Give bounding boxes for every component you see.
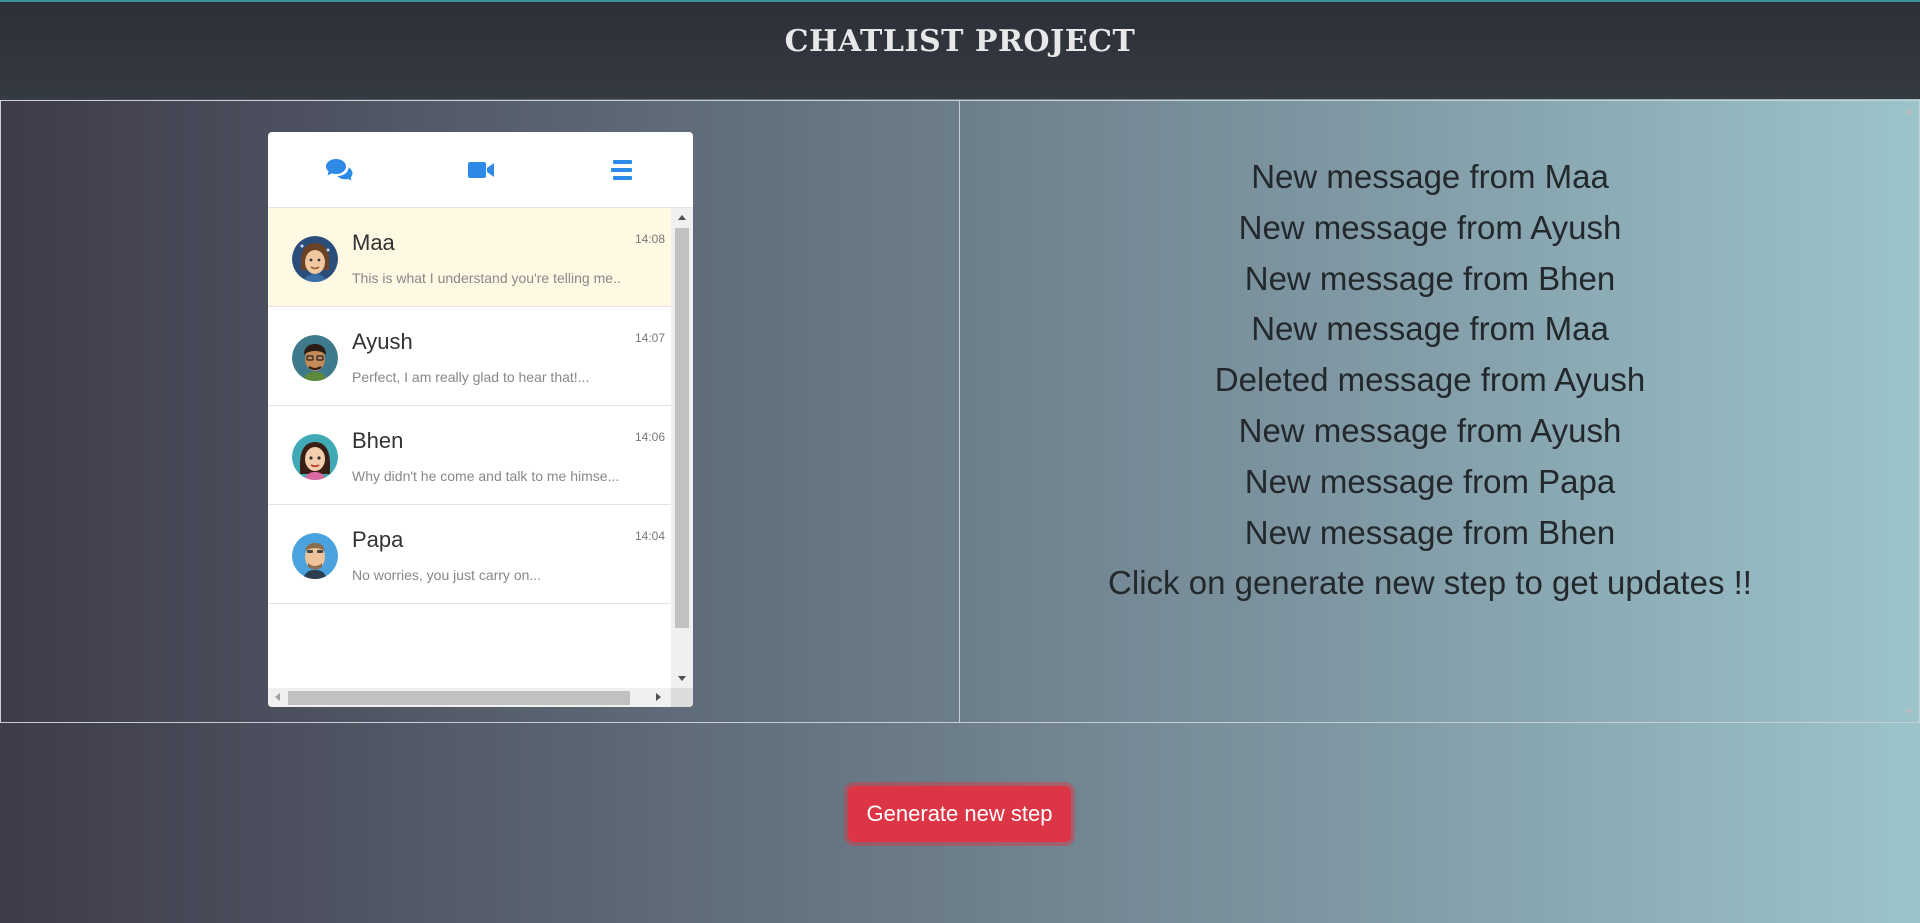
avatar-ayush-icon <box>292 335 338 381</box>
notification-line: New message from Bhen <box>1244 259 1616 297</box>
tab-bar <box>268 132 693 208</box>
chat-time: 14:04 <box>634 529 665 543</box>
generate-new-step-button[interactable]: Generate new step <box>848 786 1071 842</box>
notification-scrollbar[interactable] <box>1899 101 1919 722</box>
chat-item-bhen[interactable]: Bhen Why didn't he come and talk to me h… <box>268 406 671 505</box>
chat-time: 14:07 <box>634 331 665 345</box>
tab-video[interactable] <box>410 132 552 207</box>
avatar-bhen-icon <box>292 434 338 480</box>
avatar <box>292 434 338 480</box>
scroll-up-icon[interactable] <box>1905 108 1913 114</box>
chat-widget: Maa This is what I understand you're tel… <box>268 132 693 707</box>
chat-time: 14:08 <box>634 232 665 246</box>
notification-line: Click on generate new step to get update… <box>1108 564 1752 602</box>
scroll-down-icon[interactable] <box>678 676 686 681</box>
chat-item-ayush[interactable]: Ayush Perfect, I am really glad to hear … <box>268 307 671 406</box>
chat-preview: This is what I understand you're telling… <box>352 270 621 286</box>
chat-name: Bhen <box>352 428 404 453</box>
chat-name: Maa <box>352 230 395 255</box>
page-title: CHATLIST PROJECT <box>784 24 1136 59</box>
avatar-papa-icon <box>292 533 338 579</box>
scroll-thumb[interactable] <box>288 691 630 705</box>
notification-line: New message from Bhen <box>1244 513 1616 551</box>
avatar <box>292 236 338 282</box>
scroll-down-icon[interactable] <box>1905 709 1913 715</box>
chat-name: Papa <box>352 527 404 552</box>
menu-lines-icon <box>611 159 633 180</box>
notification-line: New message from Ayush <box>1238 208 1622 246</box>
chat-item-papa[interactable]: Papa No worries, you just carry on... 14… <box>268 505 671 604</box>
header-bar: CHATLIST PROJECT <box>0 0 1920 99</box>
scroll-thumb[interactable] <box>675 228 689 628</box>
avatar <box>292 533 338 579</box>
scroll-up-icon[interactable] <box>678 215 686 220</box>
tab-menu[interactable] <box>551 132 693 207</box>
chat-time: 14:06 <box>634 430 665 444</box>
chat-item-maa[interactable]: Maa This is what I understand you're tel… <box>268 208 671 307</box>
notification-list: New message from Maa New message from Ay… <box>960 152 1900 609</box>
chat-preview: No worries, you just carry on... <box>352 567 542 583</box>
notification-line: New message from Maa <box>1251 158 1609 195</box>
chat-preview: Why didn't he come and talk to me himse.… <box>352 468 620 484</box>
notification-line: New message from Papa <box>1244 462 1616 500</box>
scroll-left-icon[interactable] <box>275 693 280 701</box>
chat-preview: Perfect, I am really glad to hear that!.… <box>352 369 590 385</box>
avatar-maa-icon <box>292 236 338 282</box>
chat-bubbles-icon <box>325 158 353 181</box>
chat-name: Ayush <box>352 329 413 354</box>
tab-chats[interactable] <box>268 132 410 207</box>
chat-list-horizontal-scrollbar[interactable] <box>268 688 693 707</box>
chat-list-vertical-scrollbar[interactable] <box>671 208 693 688</box>
notification-line: Deleted message from Ayush <box>1214 361 1646 399</box>
chat-list: Maa This is what I understand you're tel… <box>268 208 671 688</box>
video-camera-icon <box>467 161 494 178</box>
scroll-right-icon[interactable] <box>656 693 661 701</box>
notification-line: New message from Maa <box>1251 310 1609 348</box>
avatar <box>292 335 338 381</box>
scroll-corner <box>671 688 693 707</box>
notification-line: New message from Ayush <box>1238 411 1622 449</box>
